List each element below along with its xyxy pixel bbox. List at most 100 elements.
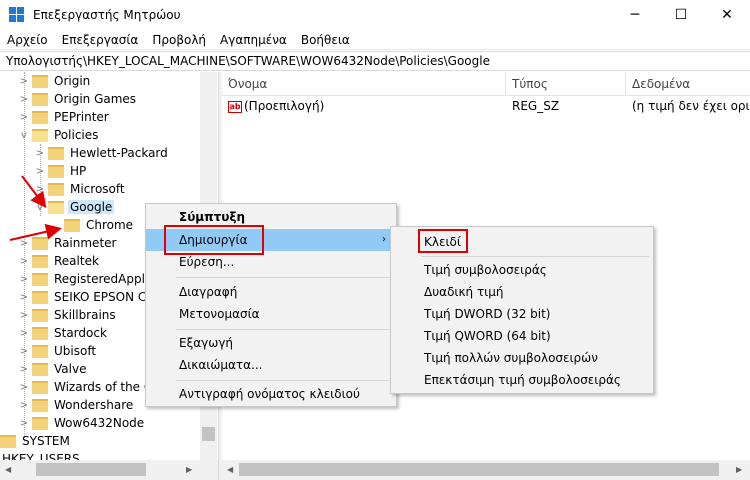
menu-view[interactable]: Προβολή [145, 30, 213, 50]
scroll-right-icon[interactable]: ▶ [186, 465, 192, 474]
tree-item-label: Rainmeter [54, 236, 117, 250]
tree-item[interactable]: > Origin Games [16, 90, 138, 108]
menu-edit[interactable]: Επεξεργασία [55, 30, 146, 50]
expand-chevron-icon[interactable]: > [16, 360, 32, 378]
column-name[interactable]: Όνομα [222, 72, 506, 96]
tree-item[interactable]: > Stardock [16, 324, 109, 342]
expand-chevron-icon[interactable]: > [16, 252, 32, 270]
folder-icon [32, 272, 48, 286]
tree-item[interactable]: > PEPrinter [16, 108, 111, 126]
tree-item[interactable]: > Origin [16, 72, 92, 90]
expand-chevron-icon[interactable]: > [16, 414, 32, 432]
folder-icon [32, 92, 48, 106]
folder-icon [32, 362, 48, 376]
menu-item-export[interactable]: Εξαγωγή [146, 332, 396, 354]
scroll-left-icon[interactable]: ◀ [5, 465, 11, 474]
submenu-arrow-icon: › [382, 234, 386, 245]
folder-icon [48, 146, 64, 160]
string-value-icon: ab [228, 100, 242, 113]
minimize-button[interactable]: ─ [612, 0, 658, 30]
maximize-button[interactable]: ☐ [658, 0, 704, 30]
submenu-item-binary-value[interactable]: Δυαδική τιμή [391, 281, 653, 303]
submenu-item-dword-value[interactable]: Τιμή DWORD (32 bit) [391, 303, 653, 325]
expand-chevron-icon[interactable]: > [32, 144, 48, 162]
address-bar[interactable]: Υπολογιστής\HKEY_LOCAL_MACHINE\SOFTWARE\… [0, 51, 750, 71]
expand-chevron-icon[interactable]: > [16, 90, 32, 108]
tree-item-label: Wow6432Node [54, 416, 145, 430]
expand-chevron-icon[interactable]: > [16, 72, 32, 90]
tree-item-system[interactable]: > SYSTEM [0, 432, 72, 450]
menu-file[interactable]: Αρχείο [0, 30, 55, 50]
tree-item[interactable]: > Microsoft [32, 180, 127, 198]
tree-item[interactable]: > Ubisoft [16, 342, 98, 360]
submenu-item-string-value[interactable]: Τιμή συμβολοσειράς [391, 259, 653, 281]
tree-item-chrome[interactable]: Chrome [48, 216, 135, 234]
window-title: Επεξεργαστής Μητρώου [33, 8, 181, 22]
list-horizontal-scrollbar[interactable]: ◀ ▶ [222, 460, 750, 480]
menu-separator [421, 256, 649, 257]
scrollbar-thumb[interactable] [36, 463, 146, 476]
expand-chevron-icon[interactable]: > [16, 288, 32, 306]
tree-item-label: Google [68, 200, 115, 214]
expand-chevron-icon[interactable]: > [16, 306, 32, 324]
value-row[interactable]: ab (Προεπιλογή) REG_SZ (η τιμή δεν έχει ο… [222, 97, 750, 115]
collapse-chevron-icon[interactable]: v [16, 126, 32, 144]
value-name-cell: ab (Προεπιλογή) [228, 97, 498, 115]
tree-item[interactable]: > Rainmeter [16, 234, 118, 252]
menu-favorites[interactable]: Αγαπημένα [213, 30, 294, 50]
scrollbar-thumb[interactable] [202, 427, 215, 441]
expand-chevron-icon[interactable]: > [16, 324, 32, 342]
tree-item[interactable]: > Skillbrains [16, 306, 118, 324]
folder-icon [32, 398, 48, 412]
tree-item[interactable]: > SEIKO EPSON Co [16, 288, 156, 306]
scroll-left-icon[interactable]: ◀ [227, 465, 233, 474]
scroll-right-icon[interactable]: ▶ [736, 465, 742, 474]
folder-icon [32, 290, 48, 304]
tree-item[interactable]: > Realtek [16, 252, 101, 270]
tree-item[interactable]: > Wizards of the Co [16, 378, 162, 396]
title-bar: Επεξεργαστής Μητρώου ─ ☐ ✕ [0, 0, 750, 30]
tree-item[interactable]: > HP [32, 162, 88, 180]
submenu-item-multi-string-value[interactable]: Τιμή πολλών συμβολοσειρών [391, 347, 653, 369]
tree-horizontal-scrollbar[interactable]: ◀ ▶ [0, 460, 218, 480]
tree-item[interactable]: > RegisteredApplic [16, 270, 157, 288]
tree-item[interactable]: > Hewlett-Packard [32, 144, 170, 162]
folder-icon [0, 434, 16, 448]
menu-separator [176, 277, 392, 278]
expand-chevron-icon[interactable]: > [32, 162, 48, 180]
menu-separator [176, 329, 392, 330]
tree-item[interactable]: > Wondershare [16, 396, 135, 414]
submenu-item-qword-value[interactable]: Τιμή QWORD (64 bit) [391, 325, 653, 347]
close-button[interactable]: ✕ [704, 0, 750, 30]
menu-item-permissions[interactable]: Δικαιώματα... [146, 354, 396, 376]
menu-help[interactable]: Βοήθεια [294, 30, 357, 50]
tree-item-label: PEPrinter [54, 110, 109, 124]
column-data[interactable]: Δεδομένα [626, 72, 750, 96]
tree-item-policies[interactable]: v Policies [16, 126, 100, 144]
menu-item-copy-key-name[interactable]: Αντιγραφή ονόματος κλειδιού [146, 383, 396, 405]
tree-item-label: Valve [54, 362, 87, 376]
menu-item-delete[interactable]: Διαγραφή [146, 281, 396, 303]
collapse-chevron-icon[interactable]: v [32, 198, 48, 216]
expand-chevron-icon[interactable]: > [16, 378, 32, 396]
menu-item-rename[interactable]: Μετονομασία [146, 303, 396, 325]
tree-item-google[interactable]: v Google [32, 198, 115, 216]
expand-chevron-icon[interactable]: > [16, 108, 32, 126]
column-type[interactable]: Τύπος [506, 72, 626, 96]
tree-item[interactable]: > Wow6432Node [16, 414, 146, 432]
submenu-item-expandable-string-value[interactable]: Επεκτάσιμη τιμή συμβολοσειράς [391, 369, 653, 391]
tree-item-label: Wondershare [54, 398, 134, 412]
expand-chevron-icon[interactable]: > [16, 342, 32, 360]
tree-item-label: Realtek [54, 254, 99, 268]
expand-chevron-icon[interactable]: > [16, 234, 32, 252]
folder-icon [32, 236, 48, 250]
folder-icon [32, 416, 48, 430]
expand-chevron-icon[interactable]: > [16, 270, 32, 288]
tree-item-label: Microsoft [70, 182, 125, 196]
expand-chevron-icon[interactable]: > [32, 180, 48, 198]
tree-item-label: SYSTEM [22, 434, 70, 448]
tree-item-label: Policies [54, 128, 99, 142]
scrollbar-thumb[interactable] [239, 463, 719, 476]
tree-item[interactable]: > Valve [16, 360, 88, 378]
expand-chevron-icon[interactable]: > [16, 396, 32, 414]
